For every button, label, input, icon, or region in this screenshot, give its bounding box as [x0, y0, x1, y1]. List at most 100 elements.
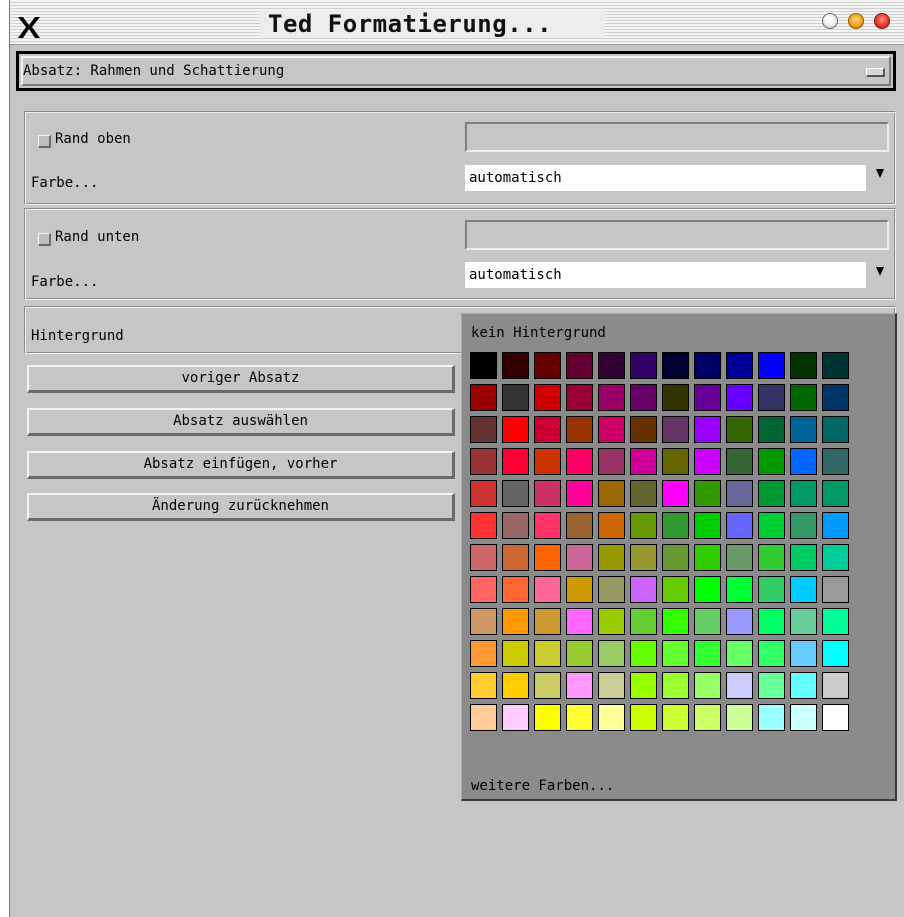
color-swatch-cell[interactable] [726, 416, 758, 448]
color-swatch[interactable] [630, 640, 657, 667]
color-swatch-cell[interactable] [662, 352, 694, 384]
color-swatch-cell[interactable] [694, 608, 726, 640]
color-swatch-cell[interactable] [662, 608, 694, 640]
color-swatch[interactable] [694, 384, 721, 411]
color-swatch-cell[interactable] [598, 704, 630, 736]
color-swatch[interactable] [790, 640, 817, 667]
color-swatch-cell[interactable] [790, 352, 822, 384]
color-swatch[interactable] [694, 480, 721, 507]
color-swatch-cell[interactable] [790, 576, 822, 608]
color-swatch[interactable] [598, 608, 625, 635]
color-swatch[interactable] [726, 608, 753, 635]
color-swatch-cell[interactable] [726, 544, 758, 576]
color-swatch-cell[interactable] [662, 640, 694, 672]
color-swatch-cell[interactable] [502, 672, 534, 704]
color-swatch[interactable] [758, 576, 785, 603]
color-swatch-cell[interactable] [598, 672, 630, 704]
color-swatch[interactable] [566, 384, 593, 411]
color-swatch[interactable] [566, 640, 593, 667]
color-swatch-cell[interactable] [726, 480, 758, 512]
color-swatch[interactable] [790, 512, 817, 539]
dropdown-arrow-icon[interactable] [876, 169, 884, 178]
color-swatch-cell[interactable] [470, 384, 502, 416]
color-swatch-cell[interactable] [502, 512, 534, 544]
color-swatch-cell[interactable] [822, 448, 854, 480]
color-swatch-cell[interactable] [822, 608, 854, 640]
color-swatch-cell[interactable] [598, 608, 630, 640]
top-border-width-input[interactable] [465, 122, 889, 152]
color-swatch-cell[interactable] [790, 416, 822, 448]
color-swatch[interactable] [598, 512, 625, 539]
color-swatch[interactable] [534, 448, 561, 475]
color-swatch-cell[interactable] [662, 512, 694, 544]
color-swatch[interactable] [822, 416, 849, 443]
color-swatch[interactable] [790, 544, 817, 571]
color-swatch[interactable] [662, 352, 689, 379]
color-swatch[interactable] [502, 544, 529, 571]
color-swatch[interactable] [662, 544, 689, 571]
color-swatch[interactable] [694, 672, 721, 699]
color-swatch[interactable] [790, 672, 817, 699]
color-swatch[interactable] [790, 416, 817, 443]
color-swatch-cell[interactable] [758, 352, 790, 384]
color-swatch[interactable] [534, 384, 561, 411]
color-swatch[interactable] [566, 704, 593, 731]
color-swatch-cell[interactable] [534, 384, 566, 416]
color-swatch-cell[interactable] [822, 416, 854, 448]
color-swatch[interactable] [726, 480, 753, 507]
color-swatch-cell[interactable] [694, 480, 726, 512]
color-swatch-cell[interactable] [726, 672, 758, 704]
color-swatch-cell[interactable] [758, 480, 790, 512]
color-swatch[interactable] [470, 480, 497, 507]
color-swatch-cell[interactable] [758, 448, 790, 480]
select-paragraph-button[interactable]: Absatz auswählen [27, 408, 455, 436]
color-swatch-cell[interactable] [630, 672, 662, 704]
color-swatch-cell[interactable] [566, 384, 598, 416]
more-colors-option[interactable]: weitere Farben... [471, 778, 614, 794]
color-swatch-cell[interactable] [566, 480, 598, 512]
color-swatch[interactable] [630, 544, 657, 571]
bottom-border-checkbox[interactable] [38, 233, 51, 246]
color-swatch-cell[interactable] [822, 512, 854, 544]
color-swatch[interactable] [822, 384, 849, 411]
color-swatch[interactable] [534, 608, 561, 635]
color-swatch[interactable] [566, 576, 593, 603]
color-swatch[interactable] [662, 512, 689, 539]
color-swatch[interactable] [822, 608, 849, 635]
color-swatch-cell[interactable] [566, 704, 598, 736]
color-swatch-cell[interactable] [566, 544, 598, 576]
color-swatch-cell[interactable] [726, 448, 758, 480]
color-swatch-cell[interactable] [790, 640, 822, 672]
color-swatch[interactable] [534, 544, 561, 571]
color-swatch-cell[interactable] [694, 448, 726, 480]
color-swatch-cell[interactable] [758, 576, 790, 608]
color-swatch-cell[interactable] [534, 512, 566, 544]
color-swatch[interactable] [502, 352, 529, 379]
color-swatch-cell[interactable] [694, 576, 726, 608]
color-swatch[interactable] [758, 512, 785, 539]
color-swatch-cell[interactable] [470, 512, 502, 544]
dropdown-arrow-icon[interactable] [876, 267, 884, 276]
color-swatch[interactable] [502, 672, 529, 699]
color-swatch[interactable] [758, 608, 785, 635]
color-swatch[interactable] [662, 704, 689, 731]
color-swatch[interactable] [630, 576, 657, 603]
color-swatch[interactable] [758, 704, 785, 731]
color-swatch[interactable] [534, 704, 561, 731]
color-swatch-cell[interactable] [662, 416, 694, 448]
color-swatch-cell[interactable] [630, 480, 662, 512]
color-swatch[interactable] [566, 448, 593, 475]
color-swatch-cell[interactable] [598, 544, 630, 576]
top-border-color-link[interactable]: Farbe... [31, 175, 98, 191]
color-swatch-cell[interactable] [694, 672, 726, 704]
color-swatch[interactable] [790, 352, 817, 379]
color-swatch[interactable] [502, 640, 529, 667]
color-swatch-cell[interactable] [694, 704, 726, 736]
color-swatch-cell[interactable] [534, 352, 566, 384]
color-swatch[interactable] [758, 480, 785, 507]
color-swatch-cell[interactable] [790, 672, 822, 704]
color-swatch[interactable] [598, 352, 625, 379]
panel-selector[interactable]: Absatz: Rahmen und Schattierung [16, 51, 896, 91]
color-swatch-cell[interactable] [470, 416, 502, 448]
color-swatch[interactable] [598, 704, 625, 731]
